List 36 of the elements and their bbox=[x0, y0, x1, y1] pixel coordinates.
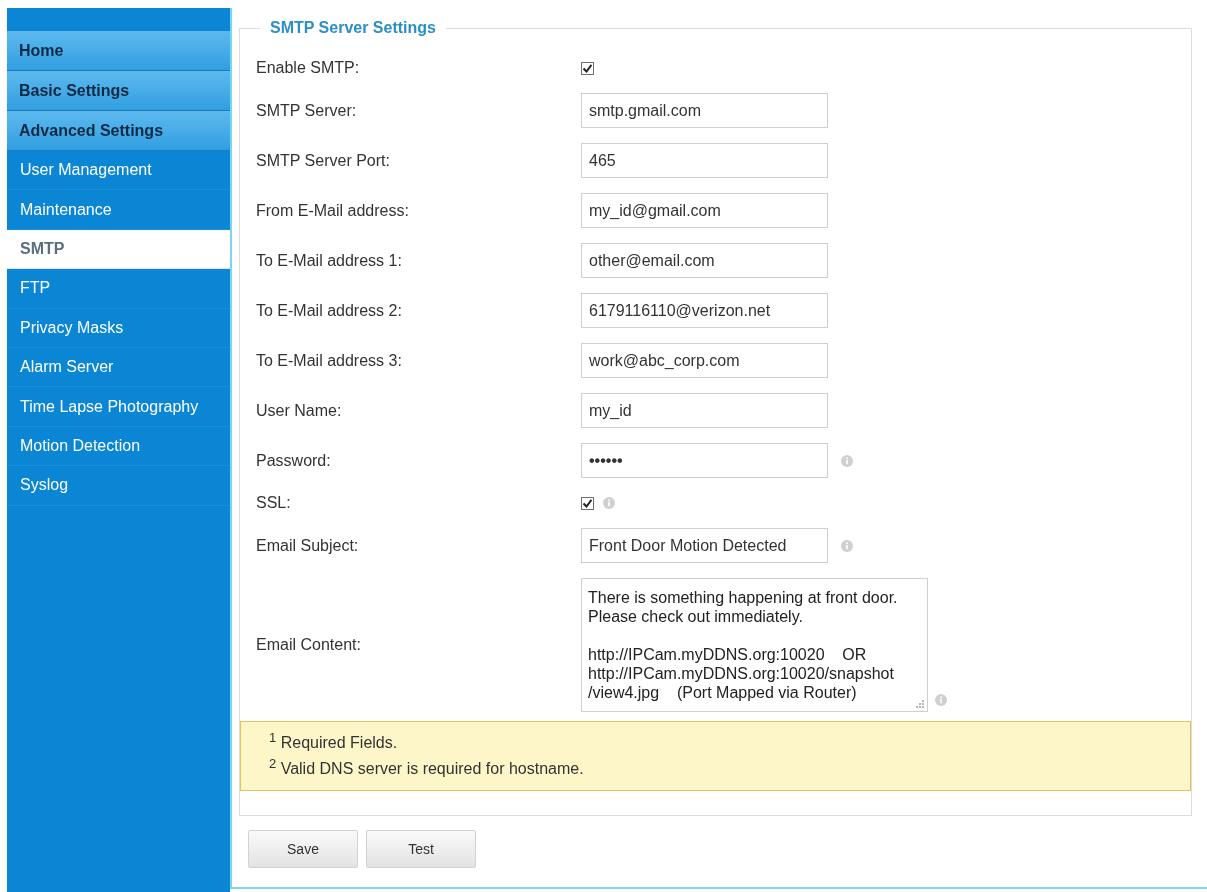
footnote: $^{2}$ Valid DNS server is required for hostname. bbox=[269, 758, 585, 779]
text-field[interactable]: 465 bbox=[581, 143, 828, 178]
field-label: Email Subject: bbox=[255, 535, 360, 556]
field-label: Email Content: bbox=[255, 635, 362, 655]
text-field[interactable]: smtp.gmail.com bbox=[581, 93, 828, 128]
text-field[interactable]: my_id@gmail.com bbox=[581, 193, 828, 228]
resize-grip-icon bbox=[916, 700, 924, 708]
test-button[interactable]: Test bbox=[366, 830, 476, 868]
sidebar-section[interactable]: Home bbox=[7, 31, 230, 71]
sidebar-section[interactable]: Basic Settings bbox=[7, 71, 230, 111]
text-field[interactable]: my_id bbox=[581, 393, 828, 428]
field-label: To E-Mail address 2: bbox=[255, 300, 403, 321]
text-field[interactable]: 6179116110@verizon.net bbox=[581, 293, 828, 328]
text-field[interactable]: Front Door Motion Detected bbox=[581, 528, 828, 563]
check-icon bbox=[583, 498, 592, 508]
text-field[interactable]: work@abc_corp.com bbox=[581, 343, 828, 378]
textarea-field[interactable]: There is something happening at front door. Please check out immediately. http://IPCam.myDDNS.org:10020 OR http://IPCam.myDDNS.org:10020/snapshot /view4.jpg (Port Mapped via Router) bbox=[581, 578, 928, 712]
section-title: SMTP Server Settings bbox=[269, 18, 437, 38]
field-label: User Name: bbox=[255, 400, 343, 421]
password-field[interactable]: •••••• bbox=[581, 443, 828, 478]
field-label: SSL: bbox=[255, 493, 292, 513]
checkbox[interactable] bbox=[581, 496, 594, 510]
field-label: Enable SMTP: bbox=[255, 58, 361, 78]
field-label: Password: bbox=[255, 450, 332, 471]
checkbox[interactable] bbox=[581, 61, 594, 75]
field-label: To E-Mail address 1: bbox=[255, 250, 403, 271]
footnote: $^{1}$ Required Fields. bbox=[269, 732, 399, 753]
sidebar-section[interactable]: Advanced Settings bbox=[7, 111, 230, 151]
text-field[interactable]: other@email.com bbox=[581, 243, 828, 278]
check-icon bbox=[583, 63, 592, 73]
field-label: SMTP Server Port: bbox=[255, 150, 391, 171]
save-button[interactable]: Save bbox=[248, 830, 358, 868]
field-label: SMTP Server: bbox=[255, 100, 358, 121]
field-label: To E-Mail address 3: bbox=[255, 350, 403, 371]
field-label: From E-Mail address: bbox=[255, 200, 410, 221]
sidebar-item[interactable]: SMTP bbox=[7, 229, 230, 270]
